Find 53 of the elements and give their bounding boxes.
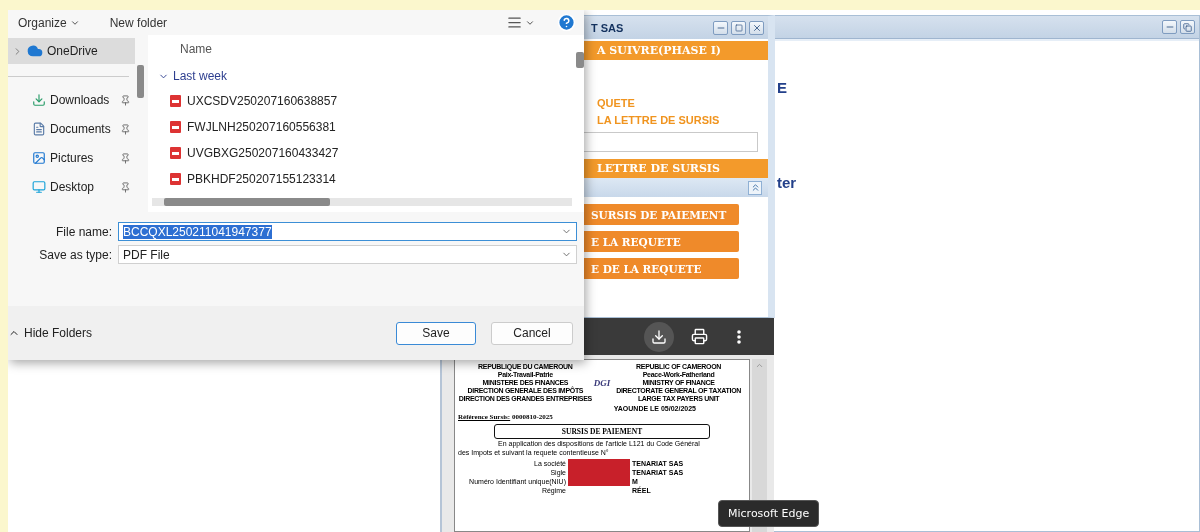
pictures-icon <box>32 151 46 165</box>
page-text: E <box>777 79 788 96</box>
pin-icon[interactable] <box>120 94 131 106</box>
file-item[interactable]: FWJLNH250207160556381 <box>158 114 576 140</box>
nav-item[interactable]: Downloads <box>8 87 135 113</box>
file-name-field[interactable]: BCCQXL250211041947377 <box>118 222 577 241</box>
field-label: File name: <box>54 224 112 239</box>
pin-icon[interactable] <box>120 181 131 193</box>
tooltip: Microsoft Edge <box>718 500 820 527</box>
close-icon <box>751 22 762 33</box>
help-icon[interactable] <box>557 13 576 32</box>
minimize-button[interactable] <box>1162 20 1177 34</box>
restore-icon <box>1183 22 1192 32</box>
documents-icon <box>32 122 46 136</box>
pin-icon[interactable] <box>120 152 131 164</box>
cloud-icon <box>27 43 43 59</box>
file-item[interactable]: UXCSDV250207160638857 <box>158 88 576 114</box>
nav-item[interactable]: OneDrive <box>8 38 135 64</box>
window-title: T SAS <box>591 21 625 34</box>
new-folder-button[interactable]: New folder <box>107 13 170 32</box>
list-view-icon <box>507 15 522 30</box>
pdf-file-icon <box>170 95 181 107</box>
organize-button[interactable]: Organize <box>16 13 82 32</box>
file-type-dropdown[interactable]: PDF File <box>118 245 577 264</box>
printer-icon <box>690 328 708 345</box>
pdf-file-icon <box>170 147 181 159</box>
more-icon <box>737 329 741 344</box>
nav-item[interactable]: Pictures <box>8 145 135 171</box>
maximize-icon <box>734 23 743 32</box>
hide-folders-button[interactable]: Hide Folders <box>8 326 93 340</box>
close-button[interactable] <box>749 20 764 35</box>
download-button[interactable] <box>644 321 674 352</box>
scrollbar[interactable] <box>152 198 572 206</box>
pdf-file-icon <box>170 173 181 185</box>
page-text: ter <box>777 174 798 191</box>
pin-icon[interactable] <box>120 123 131 135</box>
arrow-up-icon <box>755 361 764 370</box>
pdf-file-icon <box>170 121 181 133</box>
download-icon <box>651 328 667 345</box>
nav-item[interactable]: Documents <box>8 116 135 142</box>
logo: DGI <box>593 378 611 388</box>
desktop-icon <box>32 180 46 194</box>
collapse-button[interactable] <box>748 180 762 195</box>
downloads-icon <box>32 93 46 107</box>
group-header[interactable]: Last week <box>158 69 576 83</box>
minimize-button[interactable] <box>713 20 728 35</box>
field-label: Save as type: <box>38 247 112 262</box>
redaction-block <box>568 459 630 486</box>
save-button[interactable]: Save <box>396 321 476 345</box>
maximize-button[interactable] <box>731 20 746 35</box>
cancel-button[interactable]: Cancel <box>491 321 573 345</box>
nav-item[interactable]: Desktop <box>8 174 135 200</box>
restore-button[interactable] <box>1180 20 1195 34</box>
